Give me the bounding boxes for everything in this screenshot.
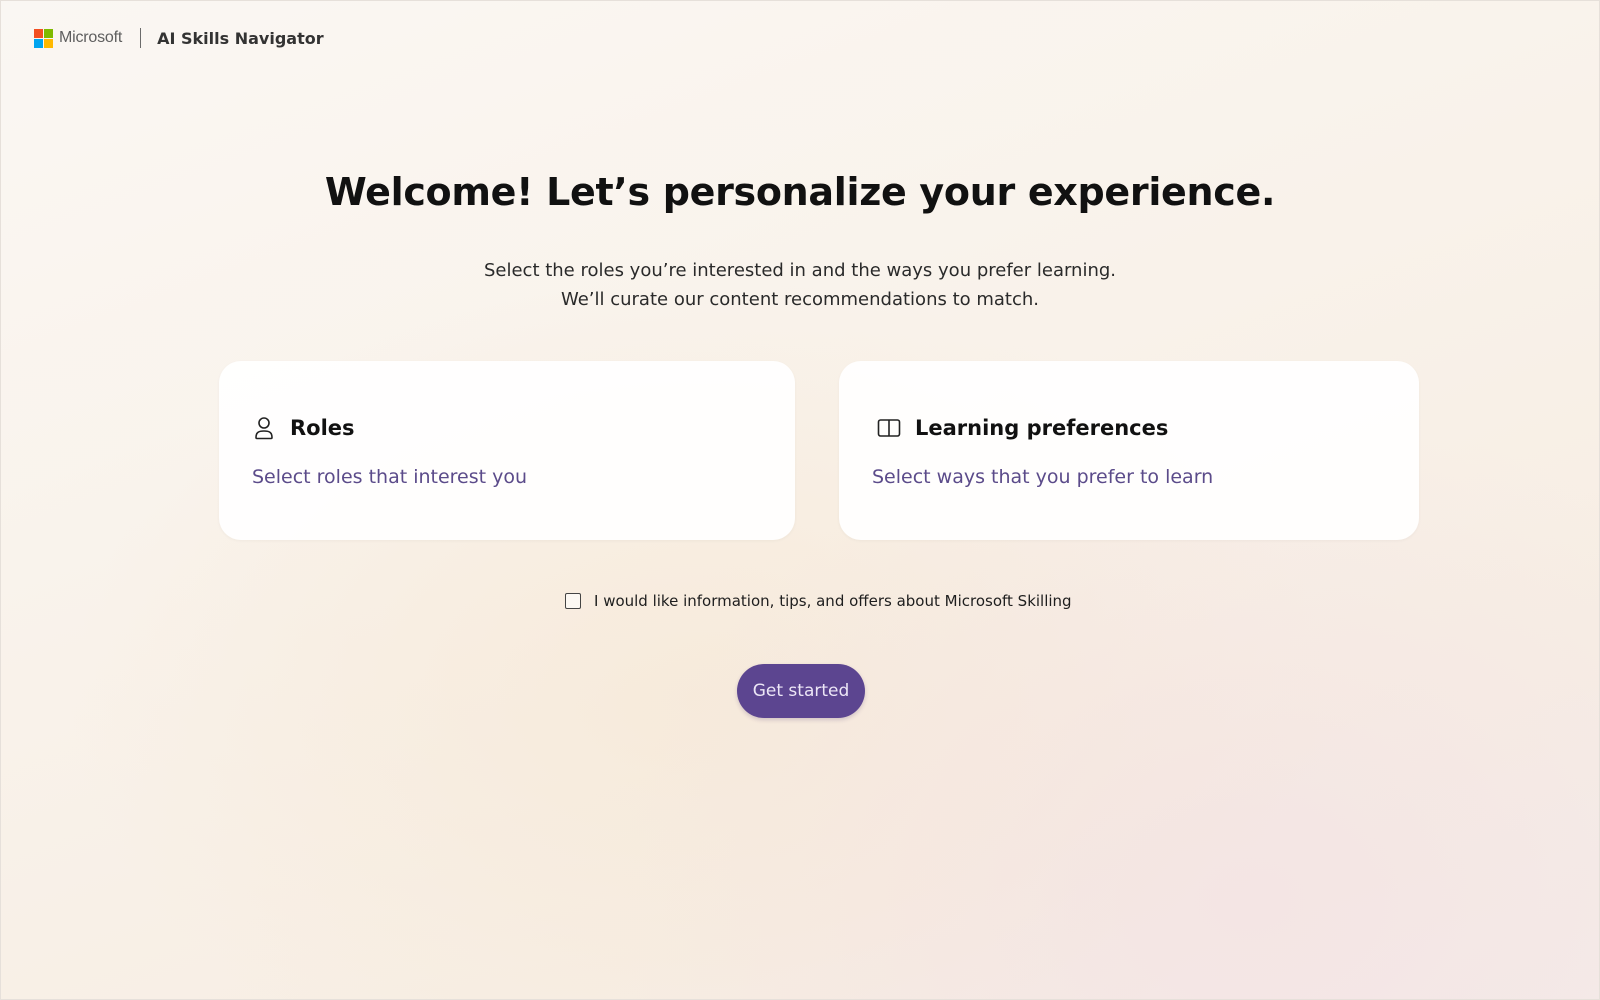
roles-card-title: Roles (290, 416, 355, 440)
marketing-consent-checkbox[interactable] (565, 593, 581, 609)
person-icon (252, 416, 276, 440)
brand-name[interactable]: Microsoft (59, 29, 122, 47)
learning-preferences-card[interactable]: Learning preferences Select ways that yo… (839, 361, 1419, 540)
marketing-consent[interactable]: I would like information, tips, and offe… (565, 592, 1072, 610)
logo-square-red (34, 28, 43, 38)
logo-square-yellow (44, 38, 53, 48)
subtitle-line-2: We’ll curate our content recommendations… (560, 289, 1040, 310)
roles-card-header: Roles (252, 416, 355, 440)
subtitle-line-1: Select the roles you’re interested in an… (483, 260, 1117, 281)
learning-card-header: Learning preferences (877, 416, 1168, 440)
book-open-icon (877, 416, 901, 440)
microsoft-logo-icon[interactable] (34, 28, 53, 48)
roles-card[interactable]: Roles Select roles that interest you (219, 361, 795, 540)
roles-card-description: Select roles that interest you (252, 466, 528, 488)
learning-card-title: Learning preferences (915, 416, 1169, 440)
marketing-consent-label[interactable]: I would like information, tips, and offe… (594, 592, 1072, 610)
page-subtitle: Select the roles you’re interested in an… (0, 256, 1600, 314)
learning-card-description: Select ways that you prefer to learn (872, 466, 1214, 488)
preference-cards: Roles Select roles that interest you Lea… (219, 361, 1419, 540)
logo-square-green (44, 28, 53, 38)
app-name[interactable]: AI Skills Navigator (157, 29, 324, 48)
site-header: Microsoft AI Skills Navigator (34, 24, 324, 52)
header-divider (140, 28, 142, 48)
page-title: Welcome! Let’s personalize your experien… (324, 170, 1276, 214)
get-started-button[interactable]: Get started (737, 664, 865, 718)
logo-square-blue (34, 38, 43, 48)
